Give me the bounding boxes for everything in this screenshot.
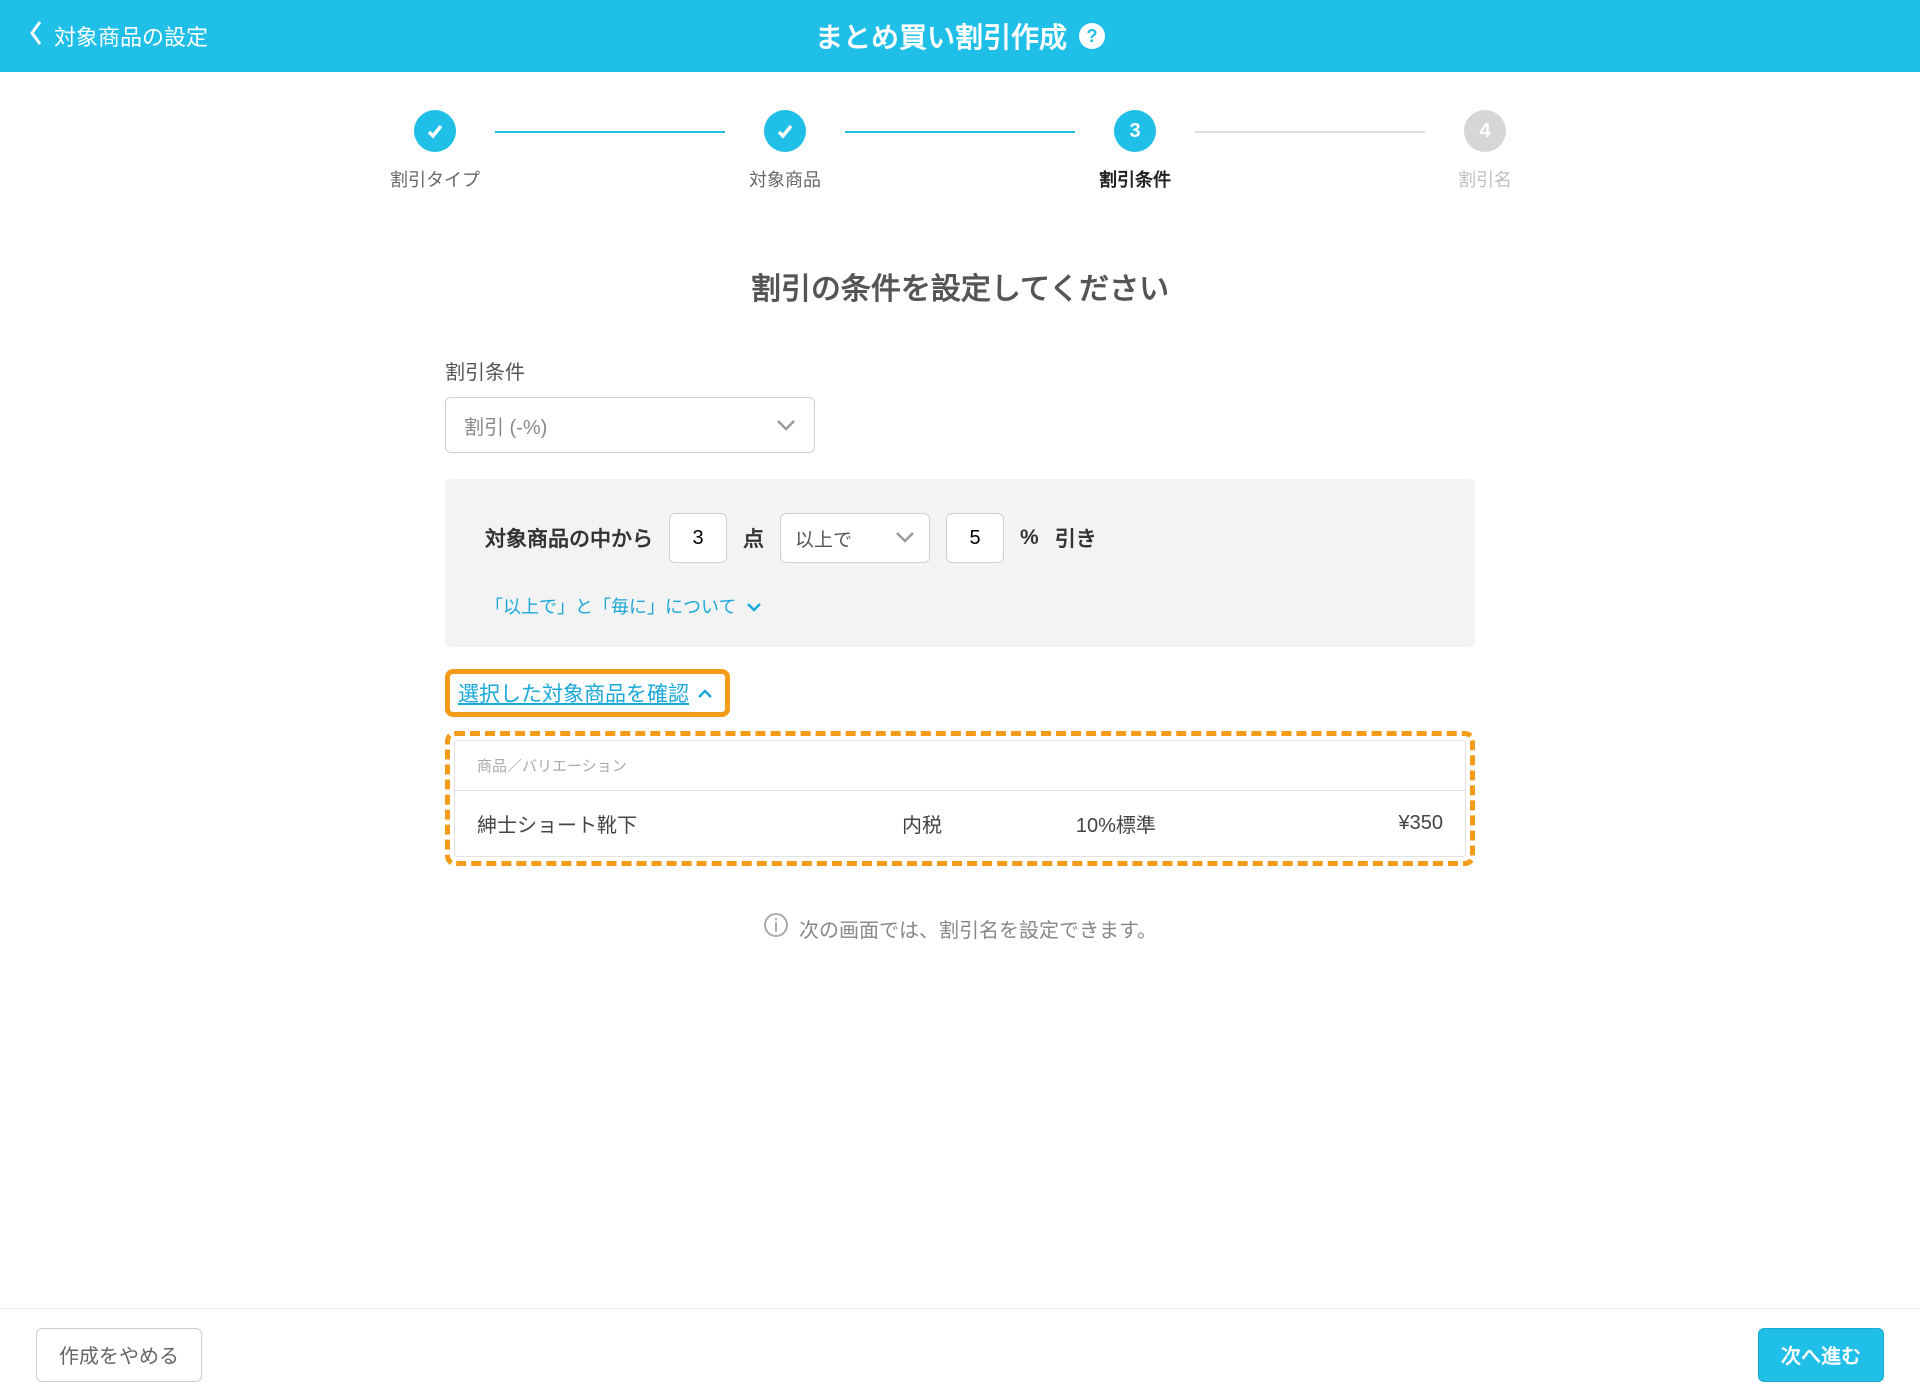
back-button[interactable]: 対象商品の設定 [28,20,208,52]
section-heading: 割引の条件を設定してください [445,264,1475,308]
product-rate: 10%標準 [1076,809,1289,838]
info-message: 次の画面では、割引名を設定できます。 [445,912,1475,944]
confirm-products-toggle[interactable]: 選択した対象商品を確認 [458,678,713,708]
select-value: 割引 (-%) [464,411,547,440]
page-title-wrap: まとめ買い割引作成 ? [0,16,1920,56]
next-button[interactable]: 次へ進む [1758,1328,1884,1382]
back-label: 対象商品の設定 [54,20,208,52]
table-row: 紳士ショート靴下 内税 10%標準 ¥350 [455,791,1465,856]
chevron-left-icon [28,20,44,52]
condition-panel: 対象商品の中から 点 以上で % 引き 「以上で」と「毎に」について [445,479,1475,647]
info-icon [763,912,789,944]
step-label: 割引名 [1458,166,1512,192]
step-discount-name: 4 割引名 [1425,110,1545,192]
step-discount-condition: 3 割引条件 [1075,110,1195,192]
confirm-highlight: 選択した対象商品を確認 [445,669,730,717]
stepper-line [845,131,1075,133]
about-link-text: 「以上で」と「毎に」について [485,593,736,619]
page-title: まとめ買い割引作成 [815,16,1067,56]
footer-bar: 作成をやめる 次へ進む [0,1308,1920,1400]
step-label: 割引タイプ [390,166,480,192]
app-header: 対象商品の設定 まとめ買い割引作成 ? [0,0,1920,72]
step-target-products: 対象商品 [725,110,845,192]
step-label: 対象商品 [749,166,821,192]
check-icon [414,110,456,152]
condition-label: 割引条件 [445,356,1475,385]
step-label: 割引条件 [1099,166,1171,192]
cancel-button[interactable]: 作成をやめる [36,1328,202,1382]
condition-row: 対象商品の中から 点 以上で % 引き [485,513,1435,563]
chevron-up-icon [697,681,713,705]
info-text: 次の画面では、割引名を設定できます。 [799,914,1157,943]
quantity-input[interactable] [669,513,727,563]
qty-unit: 点 [743,523,764,553]
chevron-down-icon [776,414,796,437]
step-discount-type: 割引タイプ [375,110,495,192]
step-number: 3 [1114,110,1156,152]
cond-prefix: 対象商品の中から [485,523,653,553]
pct-unit: % [1020,526,1039,550]
products-table: 商品／バリエーション 紳士ショート靴下 内税 10%標準 ¥350 [454,740,1466,857]
progress-stepper: 割引タイプ 対象商品 3 割引条件 4 割引名 [0,72,1920,202]
help-icon[interactable]: ? [1079,23,1105,49]
products-table-highlight: 商品／バリエーション 紳士ショート靴下 内税 10%標準 ¥350 [445,731,1475,866]
stepper-line [495,131,725,133]
chevron-down-icon [746,596,762,617]
product-name: 紳士ショート靴下 [477,809,902,838]
table-header: 商品／バリエーション [455,741,1465,791]
product-tax: 内税 [902,809,1076,838]
main-content: 割引の条件を設定してください 割引条件 割引 (-%) 対象商品の中から 点 以… [385,264,1535,1124]
about-modes-link[interactable]: 「以上で」と「毎に」について [485,593,1435,619]
check-icon [764,110,806,152]
select-value: 以上で [795,525,852,552]
discount-type-select[interactable]: 割引 (-%) [445,397,815,453]
chevron-down-icon [895,527,915,549]
cond-suffix: 引き [1055,523,1097,553]
stepper-line [1195,131,1425,133]
percent-input[interactable] [946,513,1004,563]
confirm-label: 選択した対象商品を確認 [458,678,689,708]
mode-select[interactable]: 以上で [780,513,930,563]
product-price: ¥350 [1288,812,1443,835]
step-number: 4 [1464,110,1506,152]
